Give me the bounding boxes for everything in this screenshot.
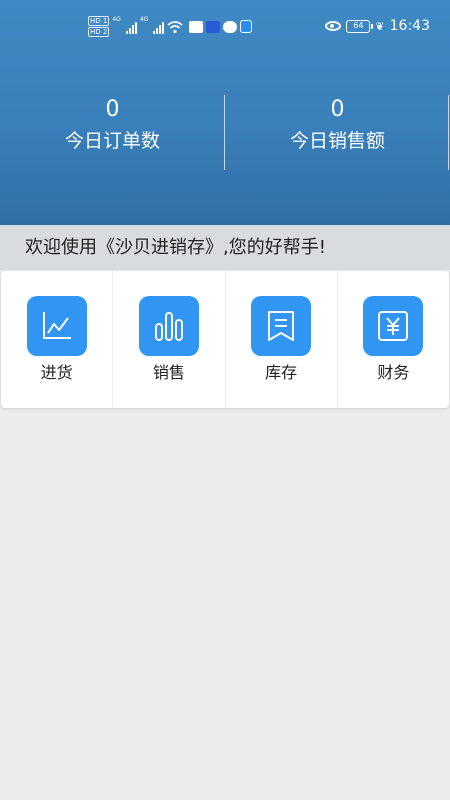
stat-sales-label: 今日销售额 [289,130,385,152]
signal-icon-2 [153,20,165,34]
stat-sales-value: 0 [330,97,345,122]
menu-item-finance[interactable]: 财务 [338,271,449,408]
stats-divider [224,95,225,170]
hd2-badge: HD 2 [88,27,110,37]
signal-icon [125,20,137,34]
sim-indicator: HD 1 HD 2 [88,16,110,37]
status-left: HD 1 HD 2 4G 4G [88,16,253,37]
welcome-banner: 欢迎使用《沙贝进销存》,您的好帮手! [0,225,450,270]
network-type-1: 4G [112,16,121,23]
status-right: 64 ❦ 16:43 [325,18,430,34]
menu-label-sales: 销售 [152,363,185,382]
line-chart-icon [26,296,87,356]
stat-orders: 0 今日订单数 [0,95,225,170]
stats-divider-right [448,95,449,170]
eye-icon [325,21,342,31]
stat-sales: 0 今日销售额 [225,95,450,170]
menu-label-purchase: 进货 [40,363,73,382]
menu-label-finance: 财务 [377,363,410,382]
bar-chart-icon [138,296,199,356]
finance-icon [363,296,424,356]
notification-icon [189,20,204,33]
network-type-2: 4G [139,16,149,23]
stat-orders-value: 0 [105,97,120,122]
hd1-badge: HD 1 [88,16,110,26]
stats-row: 0 今日订单数 0 今日销售额 [0,95,450,170]
status-bar: HD 1 HD 2 4G 4G 64 ❦ 16:43 [0,14,450,44]
app-notification-icon [206,20,221,33]
menu-item-inventory[interactable]: 库存 [226,271,338,408]
battery-icon: 64 [346,19,374,33]
wifi-icon [167,20,183,33]
header-panel: HD 1 HD 2 4G 4G 64 ❦ 16:43 0 今日订单数 0 今日销… [0,0,450,225]
shield-icon [240,20,253,33]
clock: 16:43 [389,18,430,34]
menu-item-purchase[interactable]: 进货 [1,271,114,408]
stat-orders-label: 今日订单数 [64,130,160,152]
menu-item-sales[interactable]: 销售 [113,271,226,408]
chat-icon [223,20,238,33]
inventory-icon [251,296,312,356]
menu-label-inventory: 库存 [265,363,298,382]
leaf-icon: ❦ [375,19,385,33]
main-menu: 进货 销售 库存 财务 [1,271,449,408]
